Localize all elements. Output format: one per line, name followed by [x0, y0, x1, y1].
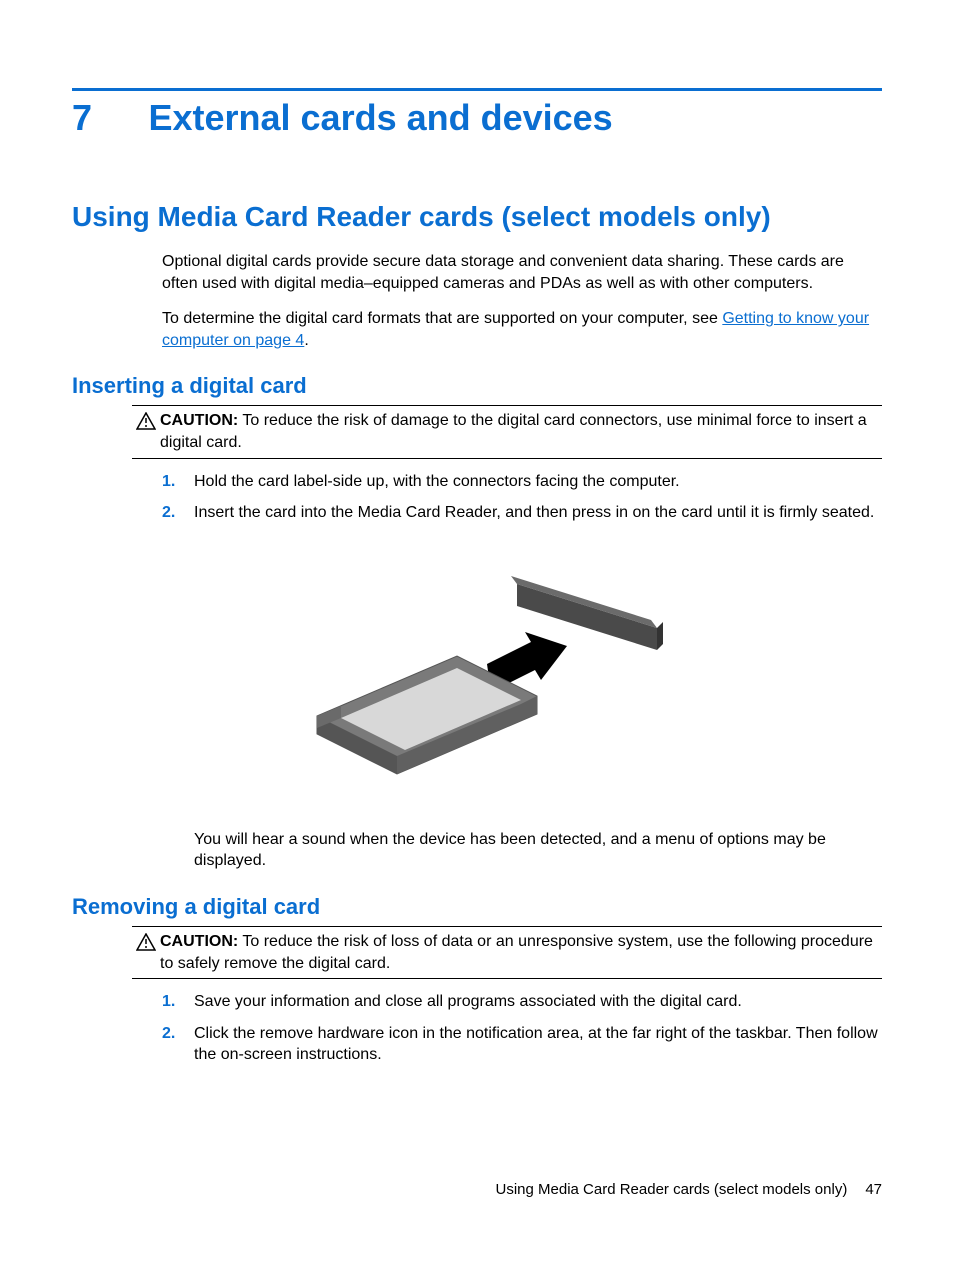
subsection-insert-heading: Inserting a digital card [72, 373, 882, 399]
caution-rule-bottom [132, 978, 882, 979]
remove-steps: 1.Save your information and close all pr… [162, 991, 882, 1066]
caution-text: To reduce the risk of loss of data or an… [160, 933, 873, 972]
step-number: 2. [162, 1023, 194, 1066]
list-item: 2.Insert the card into the Media Card Re… [162, 502, 882, 524]
list-item: 1.Save your information and close all pr… [162, 991, 882, 1013]
insert-card-illustration [72, 546, 882, 811]
insert-after-text: You will hear a sound when the device ha… [194, 829, 882, 872]
footer-page-number: 47 [865, 1181, 882, 1198]
step-number: 1. [162, 991, 194, 1013]
intro-paragraph-1: Optional digital cards provide secure da… [162, 251, 882, 294]
chapter-heading: 7 External cards and devices [72, 97, 882, 139]
list-item: 2.Click the remove hardware icon in the … [162, 1023, 882, 1066]
caution-insert: CAUTION: To reduce the risk of damage to… [132, 405, 882, 458]
chapter-rule [72, 88, 882, 91]
insert-steps: 1.Hold the card label-side up, with the … [162, 471, 882, 524]
page-footer: Using Media Card Reader cards (select mo… [496, 1181, 883, 1198]
warning-icon [132, 410, 160, 433]
intro-text-after-link: . [304, 332, 308, 349]
caution-label: CAUTION: [160, 412, 238, 429]
intro-text-before-link: To determine the digital card formats th… [162, 310, 722, 327]
step-text: Save your information and close all prog… [194, 991, 882, 1013]
warning-icon [132, 931, 160, 954]
footer-section: Using Media Card Reader cards (select mo… [496, 1181, 848, 1198]
step-text: Insert the card into the Media Card Read… [194, 502, 882, 524]
section-heading: Using Media Card Reader cards (select mo… [72, 201, 882, 233]
chapter-title: External cards and devices [148, 97, 612, 139]
intro-paragraph-2: To determine the digital card formats th… [162, 308, 882, 351]
subsection-remove-heading: Removing a digital card [72, 894, 882, 920]
step-number: 2. [162, 502, 194, 524]
chapter-number: 7 [72, 97, 144, 139]
caution-label: CAUTION: [160, 933, 238, 950]
caution-text: To reduce the risk of damage to the digi… [160, 412, 867, 451]
caution-rule-bottom [132, 458, 882, 459]
step-text: Hold the card label-side up, with the co… [194, 471, 882, 493]
step-number: 1. [162, 471, 194, 493]
caution-remove: CAUTION: To reduce the risk of loss of d… [132, 926, 882, 979]
step-text: Click the remove hardware icon in the no… [194, 1023, 882, 1066]
list-item: 1.Hold the card label-side up, with the … [162, 471, 882, 493]
